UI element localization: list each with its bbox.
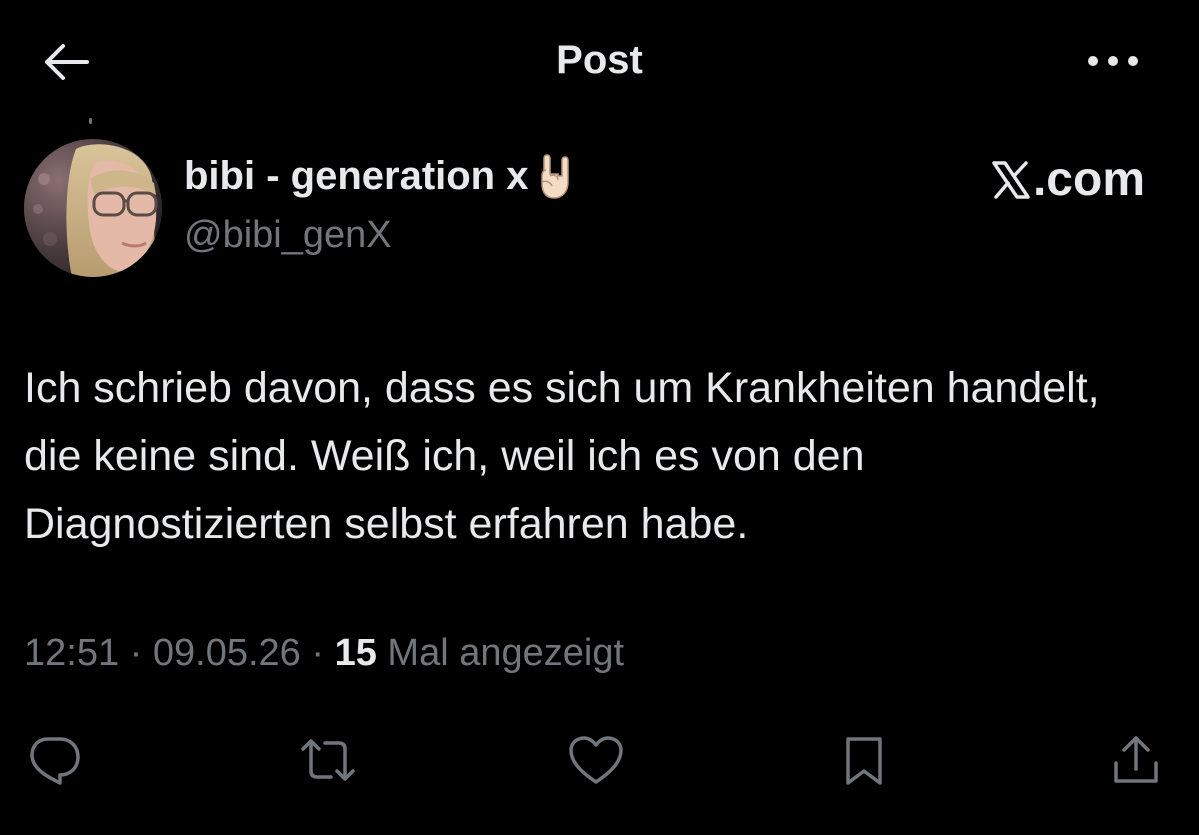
- post-time[interactable]: 12:51: [24, 632, 119, 674]
- top-bar: Post: [0, 0, 1199, 120]
- repost-icon: [301, 739, 355, 781]
- bookmark-icon: [846, 737, 882, 785]
- like-button[interactable]: [564, 728, 628, 792]
- bookmark-button[interactable]: [832, 728, 896, 792]
- reply-button[interactable]: [22, 728, 86, 792]
- reply-icon: [30, 737, 80, 785]
- avatar[interactable]: [24, 139, 162, 277]
- meta-separator: ·: [300, 632, 335, 674]
- repost-button[interactable]: [296, 728, 360, 792]
- more-options-button[interactable]: [1078, 38, 1148, 84]
- meta-separator: ·: [119, 632, 153, 674]
- avatar-photo: [24, 139, 162, 277]
- share-button[interactable]: [1104, 728, 1168, 792]
- x-logo-icon: [992, 160, 1030, 199]
- display-name-row[interactable]: bibi - generation x: [184, 152, 578, 200]
- brand-watermark: .com: [991, 152, 1145, 207]
- heart-icon: [569, 736, 623, 784]
- display-name: bibi - generation x: [184, 153, 529, 198]
- views-count: 15: [334, 632, 377, 674]
- page-title: Post: [556, 38, 643, 82]
- thread-dot: [89, 118, 92, 124]
- post-text: Ich schrieb davon, dass es sich um Krank…: [24, 364, 1100, 548]
- action-bar: [0, 728, 1199, 798]
- sign-of-horns-emoji: [541, 154, 570, 199]
- post-meta: 12:51 · 09.05.26 · 15 Mal angezeigt: [24, 632, 624, 675]
- brand-text: .com: [1032, 153, 1145, 206]
- views-label: Mal angezeigt: [376, 632, 625, 674]
- more-horizontal-icon: [1088, 56, 1138, 66]
- post-date[interactable]: 09.05.26: [153, 632, 301, 674]
- share-icon: [1114, 736, 1158, 783]
- user-handle[interactable]: @bibi_genX: [184, 214, 392, 257]
